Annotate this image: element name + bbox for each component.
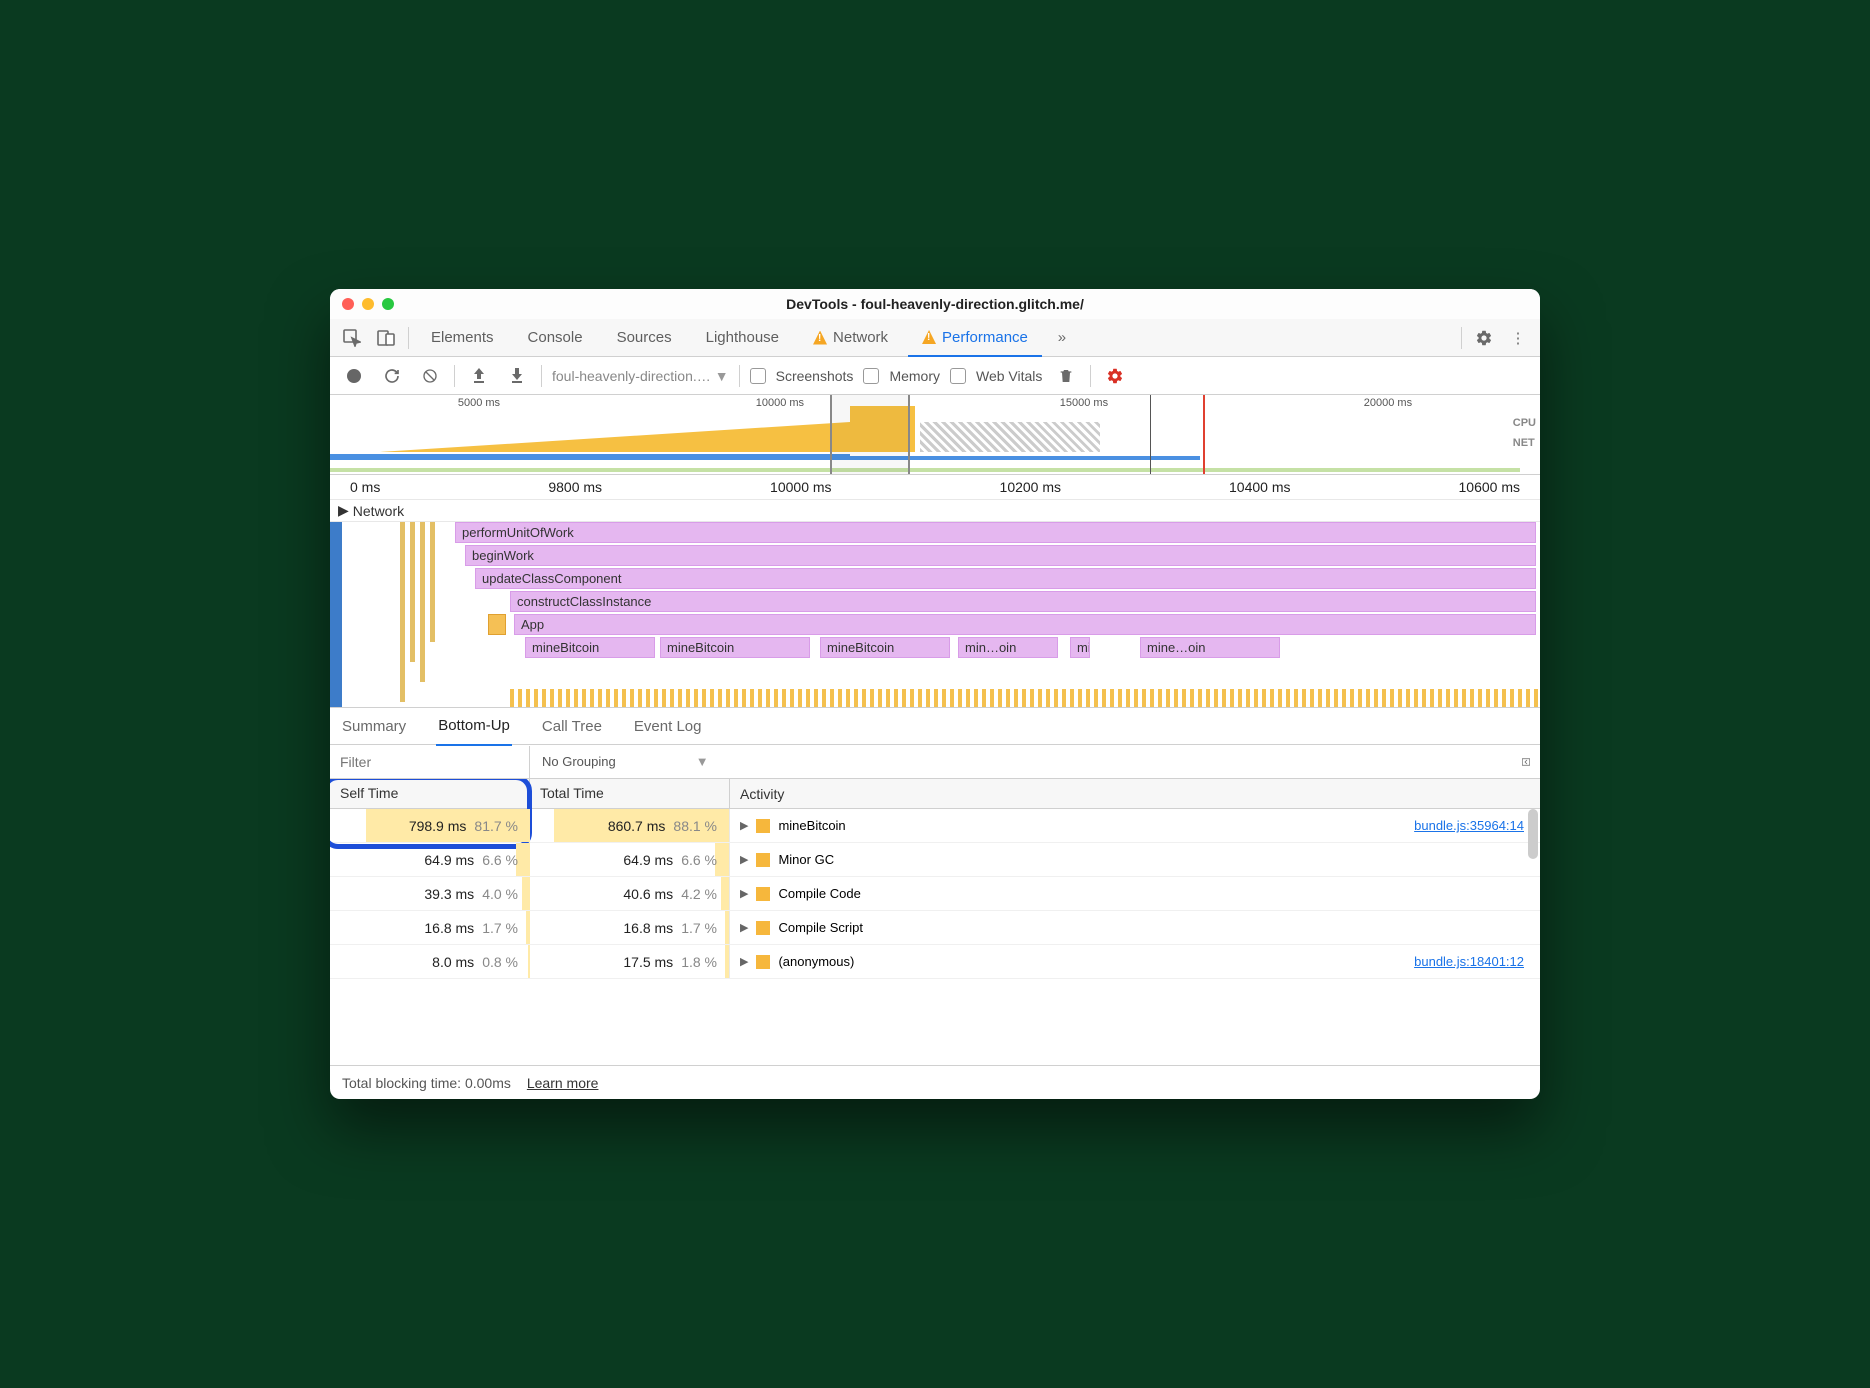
network-track-header[interactable]: ▶ Network bbox=[330, 500, 1540, 522]
chevron-right-icon[interactable]: ▶ bbox=[740, 853, 748, 866]
overview-tick: 20000 ms bbox=[1364, 397, 1412, 409]
record-button[interactable] bbox=[340, 362, 368, 390]
flame-frame[interactable]: mineBitcoin bbox=[820, 637, 950, 658]
devtools-window: DevTools - foul-heavenly-direction.glitc… bbox=[330, 289, 1540, 1099]
subtab-calltree[interactable]: Call Tree bbox=[540, 707, 604, 745]
webvitals-label: Web Vitals bbox=[976, 368, 1042, 384]
column-activity[interactable]: Activity bbox=[730, 779, 1540, 808]
flame-frame[interactable]: beginWork bbox=[465, 545, 1536, 566]
table-row[interactable]: 8.0 ms0.8 % 17.5 ms1.8 % ▶(anonymous) bu… bbox=[330, 945, 1540, 979]
timeline-ruler: 0 ms 9800 ms 10000 ms 10200 ms 10400 ms … bbox=[330, 475, 1540, 500]
screenshots-checkbox[interactable] bbox=[750, 368, 766, 384]
category-swatch bbox=[756, 819, 770, 833]
kebab-menu-icon[interactable]: ⋮ bbox=[1504, 324, 1532, 352]
source-link[interactable]: bundle.js:18401:12 bbox=[1414, 954, 1524, 969]
webvitals-checkbox[interactable] bbox=[950, 368, 966, 384]
flame-frame[interactable]: constructClassInstance bbox=[510, 591, 1536, 612]
status-bar: Total blocking time: 0.00ms Learn more bbox=[330, 1065, 1540, 1099]
device-mode-icon[interactable] bbox=[372, 324, 400, 352]
overview-tick: 5000 ms bbox=[458, 397, 500, 409]
blocking-time-text: Total blocking time: 0.00ms bbox=[342, 1075, 511, 1091]
subtab-summary[interactable]: Summary bbox=[340, 707, 408, 745]
main-tabs: Elements Console Sources Lighthouse Netw… bbox=[330, 319, 1540, 357]
flame-frame[interactable]: mine…oin bbox=[1140, 637, 1280, 658]
learn-more-link[interactable]: Learn more bbox=[527, 1075, 599, 1091]
tab-console[interactable]: Console bbox=[514, 319, 597, 357]
flame-frame[interactable]: mineBitcoin bbox=[1070, 637, 1090, 658]
column-total-time[interactable]: Total Time bbox=[530, 779, 730, 808]
activity-name: mineBitcoin bbox=[778, 818, 845, 833]
chevron-right-icon[interactable]: ▶ bbox=[740, 819, 748, 832]
category-swatch bbox=[756, 955, 770, 969]
subtab-eventlog[interactable]: Event Log bbox=[632, 707, 704, 745]
more-tabs-icon[interactable]: » bbox=[1048, 324, 1076, 352]
chevron-right-icon: ▶ bbox=[338, 502, 349, 519]
table-row[interactable]: 39.3 ms4.0 % 40.6 ms4.2 % ▶Compile Code bbox=[330, 877, 1540, 911]
activity-name: Compile Code bbox=[778, 886, 860, 901]
flame-frame[interactable] bbox=[488, 614, 506, 635]
table-row[interactable]: 798.9 ms81.7 % 860.7 ms88.1 % ▶mineBitco… bbox=[330, 809, 1540, 843]
grouping-selector[interactable]: No Grouping▼ bbox=[530, 746, 721, 777]
category-swatch bbox=[756, 887, 770, 901]
upload-button[interactable] bbox=[465, 362, 493, 390]
scrollbar[interactable] bbox=[1528, 809, 1538, 859]
screenshots-label: Screenshots bbox=[776, 368, 854, 384]
download-button[interactable] bbox=[503, 362, 531, 390]
filter-bar: No Grouping▼ bbox=[330, 745, 1540, 779]
flame-frame[interactable]: mineBitcoin bbox=[660, 637, 810, 658]
tab-sources[interactable]: Sources bbox=[603, 319, 686, 357]
category-swatch bbox=[756, 853, 770, 867]
cpu-label: CPU bbox=[1513, 417, 1536, 429]
activity-name: (anonymous) bbox=[778, 954, 854, 969]
tab-network[interactable]: Network bbox=[799, 319, 902, 357]
titlebar: DevTools - foul-heavenly-direction.glitc… bbox=[330, 289, 1540, 319]
tab-lighthouse[interactable]: Lighthouse bbox=[692, 319, 793, 357]
warning-icon bbox=[922, 330, 936, 344]
detail-tabs: Summary Bottom-Up Call Tree Event Log bbox=[330, 707, 1540, 745]
memory-label: Memory bbox=[889, 368, 940, 384]
reload-record-button[interactable] bbox=[378, 362, 406, 390]
warning-icon bbox=[813, 331, 827, 345]
clear-button[interactable] bbox=[416, 362, 444, 390]
recording-selector[interactable]: foul-heavenly-direction.… ▼ bbox=[552, 368, 729, 384]
flame-chart[interactable]: performUnitOfWork beginWork updateClassC… bbox=[330, 522, 1540, 707]
collapse-panel-icon[interactable] bbox=[1512, 748, 1540, 776]
overview-tick: 10000 ms bbox=[756, 397, 804, 409]
inspect-icon[interactable] bbox=[338, 324, 366, 352]
memory-checkbox[interactable] bbox=[863, 368, 879, 384]
activity-name: Compile Script bbox=[778, 920, 863, 935]
capture-settings-icon[interactable] bbox=[1101, 362, 1129, 390]
source-link[interactable]: bundle.js:35964:14 bbox=[1414, 818, 1524, 833]
chevron-right-icon[interactable]: ▶ bbox=[740, 921, 748, 934]
flame-frame[interactable]: App bbox=[514, 614, 1536, 635]
bottomup-table: Self Time Total Time Activity 798.9 ms81… bbox=[330, 779, 1540, 1065]
performance-toolbar: foul-heavenly-direction.… ▼ Screenshots … bbox=[330, 357, 1540, 395]
subtab-bottomup[interactable]: Bottom-Up bbox=[436, 708, 512, 746]
overview-tick: 15000 ms bbox=[1060, 397, 1108, 409]
tab-elements[interactable]: Elements bbox=[417, 319, 508, 357]
overview-panel[interactable]: 5000 ms 10000 ms 15000 ms 20000 ms CPU N… bbox=[330, 395, 1540, 475]
trash-icon[interactable] bbox=[1052, 362, 1080, 390]
filter-input[interactable] bbox=[330, 746, 530, 778]
table-row[interactable]: 16.8 ms1.7 % 16.8 ms1.7 % ▶Compile Scrip… bbox=[330, 911, 1540, 945]
flame-frame[interactable]: min…oin bbox=[958, 637, 1058, 658]
chevron-right-icon[interactable]: ▶ bbox=[740, 955, 748, 968]
tab-performance[interactable]: Performance bbox=[908, 319, 1042, 357]
activity-name: Minor GC bbox=[778, 852, 834, 867]
chevron-right-icon[interactable]: ▶ bbox=[740, 887, 748, 900]
flame-frame[interactable]: performUnitOfWork bbox=[455, 522, 1536, 543]
window-title: DevTools - foul-heavenly-direction.glitc… bbox=[330, 296, 1540, 312]
column-self-time[interactable]: Self Time bbox=[330, 779, 530, 808]
net-label: NET bbox=[1513, 437, 1536, 449]
category-swatch bbox=[756, 921, 770, 935]
flame-frame[interactable]: mineBitcoin bbox=[525, 637, 655, 658]
flame-frame[interactable]: updateClassComponent bbox=[475, 568, 1536, 589]
table-row[interactable]: 64.9 ms6.6 % 64.9 ms6.6 % ▶Minor GC bbox=[330, 843, 1540, 877]
settings-icon[interactable] bbox=[1470, 324, 1498, 352]
